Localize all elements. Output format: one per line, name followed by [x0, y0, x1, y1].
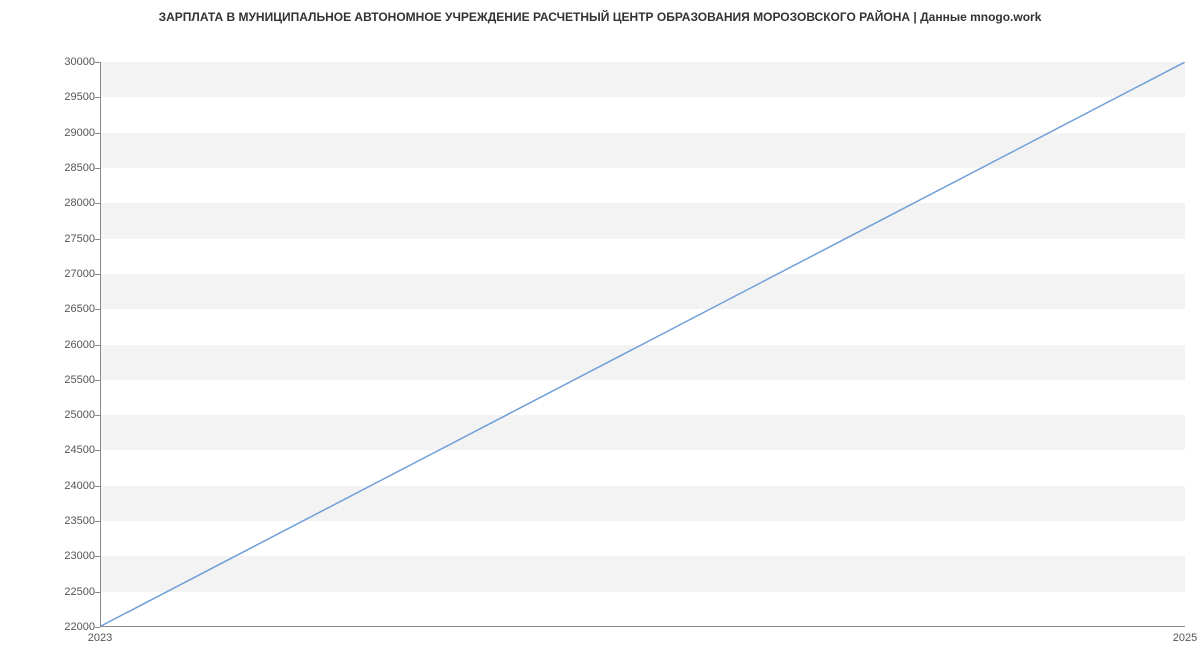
y-axis-tick-label: 25000 — [55, 409, 95, 421]
y-axis-tick-mark — [95, 274, 100, 275]
y-axis-tick-mark — [95, 345, 100, 346]
y-axis-tick-mark — [95, 627, 100, 628]
y-axis-tick-mark — [95, 309, 100, 310]
y-axis-tick-mark — [95, 556, 100, 557]
y-axis-tick-mark — [95, 450, 100, 451]
chart-title: ЗАРПЛАТА В МУНИЦИПАЛЬНОЕ АВТОНОМНОЕ УЧРЕ… — [0, 0, 1200, 32]
y-axis-tick-mark — [95, 521, 100, 522]
y-axis-tick-label: 23500 — [55, 515, 95, 527]
y-axis-tick-label: 27500 — [55, 233, 95, 245]
y-axis-tick-label: 24500 — [55, 444, 95, 456]
y-axis-tick-label: 29000 — [55, 127, 95, 139]
y-axis-tick-mark — [95, 592, 100, 593]
y-axis-tick-mark — [95, 62, 100, 63]
y-axis-tick-label: 28000 — [55, 197, 95, 209]
y-axis-tick-label: 24000 — [55, 480, 95, 492]
y-axis-tick-mark — [95, 133, 100, 134]
chart-container: 2200022500230002350024000245002500025500… — [0, 32, 1200, 652]
y-axis-tick-label: 29500 — [55, 91, 95, 103]
y-axis-tick-mark — [95, 239, 100, 240]
y-axis-tick-mark — [95, 380, 100, 381]
y-axis-tick-mark — [95, 97, 100, 98]
y-axis-tick-label: 26500 — [55, 303, 95, 315]
y-axis-tick-label: 30000 — [55, 56, 95, 68]
x-axis-tick-label: 2023 — [88, 632, 112, 644]
y-axis-tick-mark — [95, 415, 100, 416]
x-axis-tick-label: 2025 — [1173, 632, 1197, 644]
y-axis-tick-label: 28500 — [55, 162, 95, 174]
plot-area — [100, 62, 1185, 627]
y-axis-tick-label: 23000 — [55, 550, 95, 562]
y-axis-tick-mark — [95, 203, 100, 204]
y-axis-tick-label: 27000 — [55, 268, 95, 280]
y-axis-tick-mark — [95, 168, 100, 169]
y-axis-tick-label: 25500 — [55, 374, 95, 386]
y-axis-tick-label: 26000 — [55, 339, 95, 351]
y-axis-tick-mark — [95, 486, 100, 487]
chart-line — [101, 62, 1185, 626]
y-axis-tick-label: 22500 — [55, 586, 95, 598]
